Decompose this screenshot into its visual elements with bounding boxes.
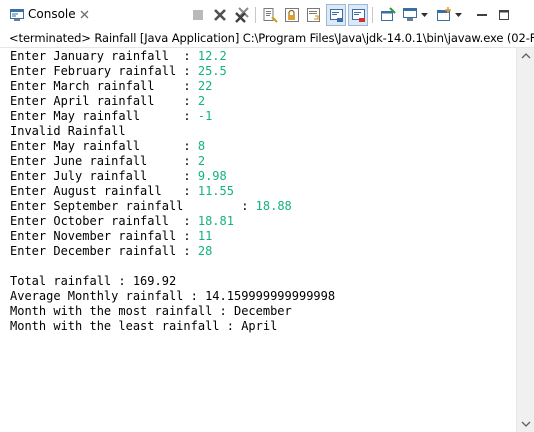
console-output-text: Total rainfall : 169.92 [10, 274, 177, 288]
console-line: Enter March rainfall : 22 [10, 79, 335, 94]
word-wrap-button[interactable] [304, 4, 324, 26]
clear-console-button[interactable] [260, 4, 280, 26]
console-user-input: 11.55 [197, 184, 234, 198]
console-output-text: Invalid Rainfall [10, 124, 126, 138]
console-output-text: Enter January rainfall : [10, 49, 198, 63]
remove-launch-button[interactable] [210, 4, 230, 26]
toolbar-separator [255, 7, 256, 23]
toolbar-separator [372, 7, 373, 23]
console-user-input: -1 [197, 109, 213, 123]
open-console-icon [437, 7, 451, 21]
show-on-stdout-button[interactable] [326, 4, 346, 26]
console-output-text: Enter March rainfall : [10, 79, 198, 93]
console-output-text: Enter November rainfall : [10, 229, 198, 243]
console-output-text: Enter February rainfall : [10, 64, 198, 78]
close-icon[interactable] [79, 9, 90, 20]
console-line: Enter August rainfall : 11.55 [10, 184, 335, 199]
show-on-stderr-button[interactable] [348, 4, 368, 26]
console-output-text: Enter April rainfall : [10, 94, 198, 108]
console-output-area[interactable]: Enter January rainfall : 12.2 Enter Febru… [0, 48, 516, 432]
clear-console-icon [263, 8, 278, 23]
console-output-text: Enter July rainfall : [10, 169, 198, 183]
console-line: Enter September rainfall : 18.88 [10, 199, 335, 214]
console-toolbar [188, 4, 534, 26]
maximize-icon [499, 10, 509, 20]
pin-console-button[interactable] [378, 4, 398, 26]
show-on-stdout-icon [330, 9, 343, 22]
console-user-input: 12.2 [197, 49, 227, 63]
console-output-text: Month with the least rainfall : April [10, 319, 278, 333]
console-line: Enter May rainfall : -1 [10, 109, 335, 124]
console-line: Enter February rainfall : 25.5 [10, 64, 335, 79]
console-line: Average Monthly rainfall : 14.1599999999… [10, 289, 335, 304]
scrollbar-thumb[interactable] [521, 67, 531, 410]
chevron-down-icon [421, 13, 428, 17]
console-user-input: 2 [197, 154, 206, 168]
console-line: Enter May rainfall : 8 [10, 139, 335, 154]
chevron-up-icon [521, 53, 531, 59]
console-output-text: Month with the most rainfall : December [10, 304, 292, 318]
console-line: Total rainfall : 169.92 [10, 274, 335, 289]
console-output-text: Enter May rainfall : [10, 109, 198, 123]
maximize-button[interactable] [494, 4, 514, 26]
console-user-input: 22 [197, 79, 213, 93]
remove-all-terminated-icon [235, 7, 249, 23]
console-line: Month with the least rainfall : April [10, 319, 335, 334]
scroll-down-button[interactable] [517, 415, 534, 432]
scroll-lock-button[interactable] [282, 4, 302, 26]
terminate-icon [193, 10, 203, 20]
console-user-input: 18.88 [255, 199, 292, 213]
console-line: Enter April rainfall : 2 [10, 94, 335, 109]
console-output: Enter January rainfall : 12.2 Enter Febru… [10, 49, 335, 334]
console-user-input: 8 [197, 139, 206, 153]
pin-console-icon [381, 7, 396, 21]
console-line: Enter July rainfall : 9.98 [10, 169, 335, 184]
console-user-input: 28 [197, 244, 213, 258]
console-user-input: 9.98 [197, 169, 227, 183]
chevron-down-icon [455, 13, 462, 17]
console-line: Invalid Rainfall [10, 124, 335, 139]
remove-all-terminated-button[interactable] [232, 4, 252, 26]
vertical-scrollbar[interactable] [516, 48, 534, 432]
display-selected-console-dropdown[interactable] [420, 4, 429, 26]
terminate-button[interactable] [188, 4, 208, 26]
console-output-text: Enter August rainfall : [10, 184, 198, 198]
console-icon [10, 9, 24, 21]
console-output-text: Enter May rainfall : [10, 139, 198, 153]
chevron-down-icon [521, 421, 531, 427]
console-output-text: Enter October rainfall : [10, 214, 198, 228]
scroll-lock-icon [285, 8, 299, 22]
console-output-text: Average Monthly rainfall : 14.1599999999… [10, 289, 336, 303]
open-console-dropdown[interactable] [454, 4, 463, 26]
remove-launch-icon [214, 9, 226, 21]
scroll-up-button[interactable] [517, 48, 534, 65]
console-user-input: 2 [197, 94, 206, 108]
process-status-text: <terminated> Rainfall [Java Application]… [9, 31, 534, 45]
console-line: Enter November rainfall : 11 [10, 229, 335, 244]
console-output-text: Enter December rainfall : [10, 244, 198, 258]
tab-console[interactable]: Console [0, 0, 98, 30]
show-on-stderr-icon [352, 9, 365, 22]
display-selected-console-icon [403, 8, 417, 21]
console-line: Month with the most rainfall : December [10, 304, 335, 319]
console-line: Enter December rainfall : 28 [10, 244, 335, 259]
console-line: Enter January rainfall : 12.2 [10, 49, 335, 64]
console-user-input: 11 [197, 229, 213, 243]
console-output-text: Enter September rainfall : [10, 199, 256, 213]
minimize-icon [477, 14, 487, 16]
console-view: Console <terminated> Rainfall [Java Appl… [0, 0, 534, 432]
console-output-text: Enter June rainfall : [10, 154, 198, 168]
console-user-input: 18.81 [197, 214, 234, 228]
console-user-input: 25.5 [197, 64, 227, 78]
tab-console-label: Console [28, 7, 76, 21]
open-console-button[interactable] [434, 4, 454, 26]
process-status-line: <terminated> Rainfall [Java Application]… [0, 30, 534, 48]
word-wrap-icon [307, 8, 320, 22]
view-tab-bar: Console [0, 0, 534, 31]
console-line: Enter June rainfall : 2 [10, 154, 335, 169]
console-line: Enter October rainfall : 18.81 [10, 214, 335, 229]
minimize-button[interactable] [472, 4, 492, 26]
display-selected-console-button[interactable] [400, 4, 420, 26]
